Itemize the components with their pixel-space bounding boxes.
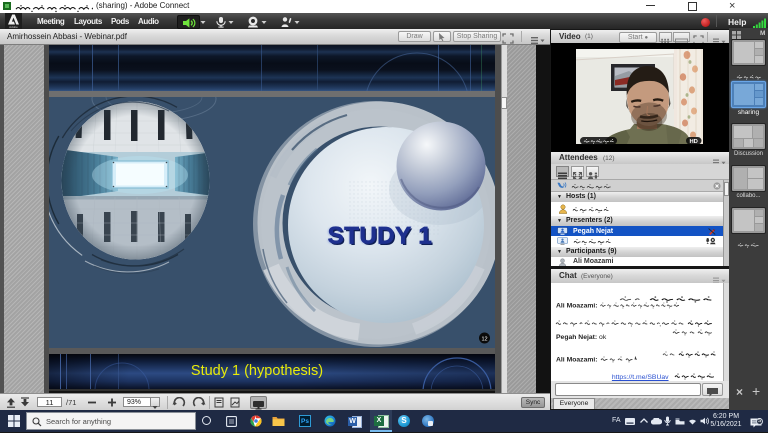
svg-text:12: 12 bbox=[481, 337, 487, 343]
svg-text:HD: HD bbox=[690, 139, 698, 145]
svg-text:STUDY 1: STUDY 1 bbox=[328, 223, 432, 250]
